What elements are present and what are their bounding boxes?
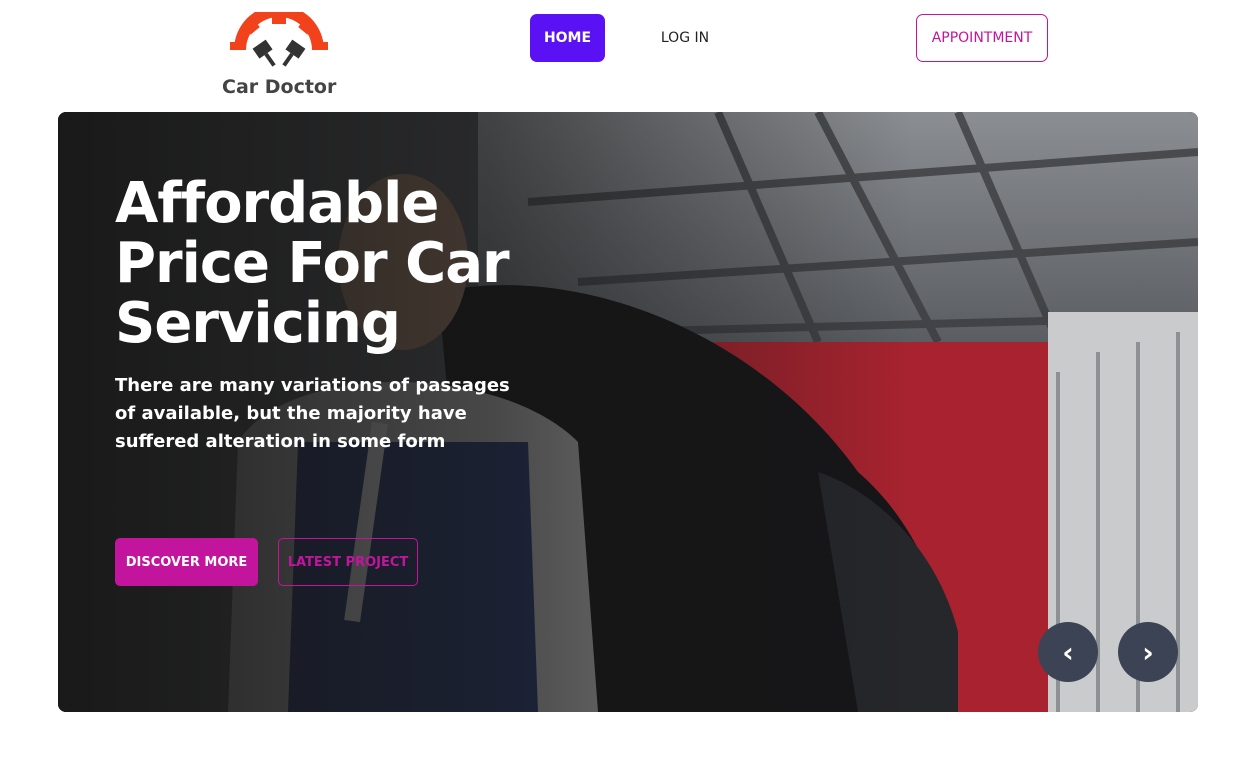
hero-subtitle: There are many variations of passages of…: [115, 375, 510, 452]
discover-more-button[interactable]: DISCOVER MORE: [115, 538, 258, 586]
brand-logo[interactable]: Car Doctor: [222, 12, 336, 102]
nav-login-link[interactable]: LOG IN: [640, 14, 730, 62]
gear-pistons-icon: [230, 12, 328, 67]
appointment-button[interactable]: APPOINTMENT: [916, 14, 1048, 62]
slider-prev-button[interactable]: ‹: [1038, 622, 1098, 682]
latest-project-button[interactable]: LATEST PROJECT: [278, 538, 418, 586]
hero-banner: Affordable Price For Car Servicing There…: [58, 112, 1198, 712]
navbar: Car Doctor HOME LOG IN APPOINTMENT: [0, 0, 1257, 110]
slider-next-button[interactable]: ›: [1118, 622, 1178, 682]
hero-title: Affordable Price For Car Servicing: [115, 171, 510, 356]
chevron-left-icon: ‹: [1062, 635, 1074, 669]
brand-name: Car Doctor: [222, 76, 337, 98]
nav-home-button[interactable]: HOME: [530, 14, 605, 62]
chevron-right-icon: ›: [1142, 635, 1154, 669]
